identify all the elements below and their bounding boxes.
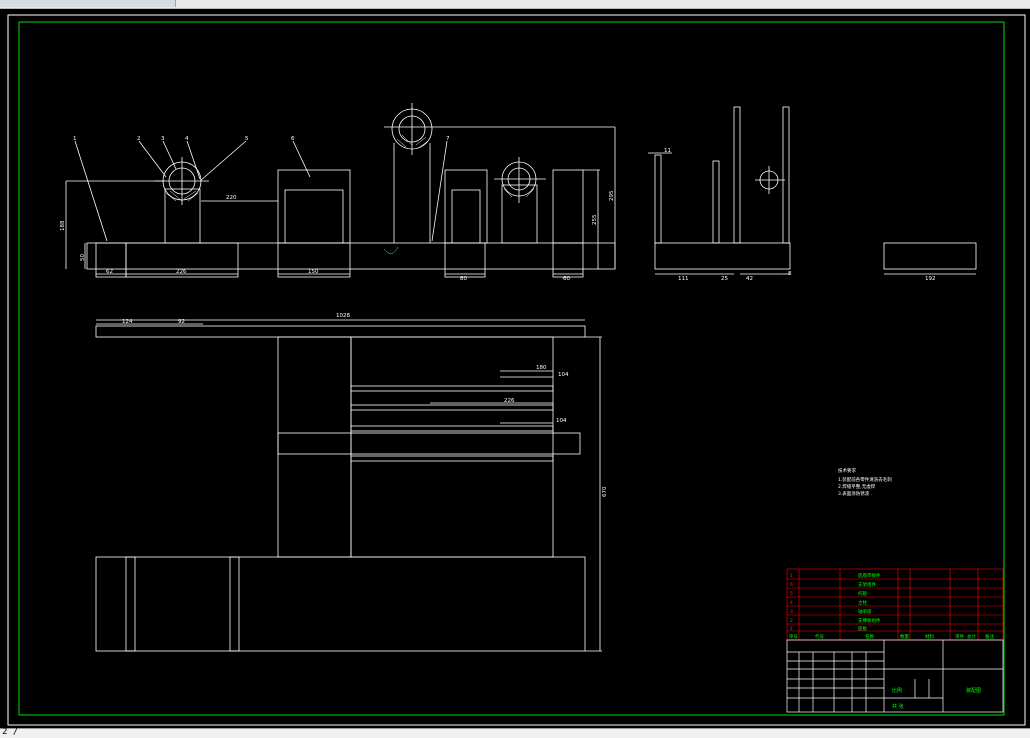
side-right-plate (883, 242, 977, 270)
side-dimension-texts: 111 25 42 8 192 11 (664, 148, 936, 282)
title-block-labels: 装配图 比例 共 张 (892, 687, 981, 710)
dim-front-220: 220 (226, 195, 237, 201)
balloon-1: 1 (73, 136, 77, 142)
dim-top-104: 104 (558, 372, 569, 378)
balloon-6: 6 (291, 136, 295, 142)
balloon-5: 5 (245, 136, 249, 142)
dim-top-104b: 104 (556, 418, 567, 424)
bom-header-material: 材料 (925, 633, 934, 640)
bom-name-5: 轴承座 (858, 608, 872, 615)
bom-header-unit: 单件 (955, 633, 964, 640)
dim-side-8: 8 (788, 271, 792, 277)
drawing-name: 装配图 (966, 687, 981, 694)
bom-name-3: 托辊 (858, 590, 867, 597)
sheet-label: 共 张 (892, 703, 904, 710)
bom-name-7: 底板 (858, 625, 867, 632)
side-post-4 (782, 106, 790, 244)
side-base (654, 242, 791, 270)
status-text: 2 / (2, 727, 19, 737)
bom-name-1: 底座焊接件 (858, 572, 881, 579)
tech-notes-heading: 技术要求 (838, 467, 856, 474)
dim-top-670: 670 (602, 486, 608, 497)
front-right-block (552, 169, 584, 244)
dim-front-226: 226 (176, 269, 187, 275)
drawing-canvas[interactable]: 62 226 150 80 60 220 188 50 255 295 1 2 … (0, 9, 1030, 728)
top-rail (95, 325, 586, 338)
dim-front-80: 80 (460, 276, 467, 282)
dim-front-188: 188 (60, 220, 66, 231)
top-column-left (277, 336, 352, 558)
dim-front-150: 150 (308, 269, 319, 275)
dim-side-25: 25 (721, 276, 728, 282)
side-view (648, 106, 977, 275)
bom-no-3: 5 (790, 591, 793, 597)
bom-numbers: 1 6 5 4 3 2 1 (790, 573, 793, 632)
balloon-3: 3 (161, 136, 165, 142)
bom-no-6: 2 (790, 618, 793, 624)
dim-front-60: 60 (563, 276, 570, 282)
dim-top-92: 92 (178, 319, 185, 325)
dim-top-1028: 1028 (336, 313, 350, 319)
top-column-right (350, 336, 554, 558)
bom-no-1: 1 (790, 573, 793, 579)
dim-top-124: 124 (122, 319, 133, 325)
top-base-plate (95, 556, 586, 652)
front-support-1 (164, 188, 201, 244)
front-support-3 (501, 184, 538, 244)
balloon-4: 4 (185, 136, 189, 142)
balloon-2: 2 (137, 136, 141, 142)
side-post-1 (654, 154, 662, 244)
dim-side-42: 42 (746, 276, 753, 282)
bom-header-total: 总计 (967, 633, 976, 640)
title-block-grid (786, 639, 1004, 713)
bom-header-remark: 备注 (985, 633, 994, 640)
front-box-8 (277, 169, 351, 244)
dim-front-62: 62 (106, 269, 113, 275)
front-foot-4 (444, 242, 486, 278)
bom-header-no: 序号 (789, 633, 798, 640)
dim-top-226: 226 (504, 398, 515, 404)
bom-name-6: 支撑板组件 (858, 617, 881, 624)
inner-border (18, 21, 1005, 716)
bom-no-7: 1 (790, 626, 793, 632)
title-block: 1 6 5 4 3 2 1 底座焊接件 支架组件 托辊 立柱 轴承座 支撑板组件… (786, 568, 1004, 713)
front-base-plate (86, 242, 616, 270)
bom-names: 底座焊接件 支架组件 托辊 立柱 轴承座 支撑板组件 底板 (858, 572, 881, 632)
bom-header-name: 名称 (865, 633, 874, 640)
bom-no-2: 6 (790, 582, 793, 588)
bom-header-code: 代号 (815, 633, 824, 640)
front-dimension-texts: 62 226 150 80 60 220 188 50 255 295 1 2 … (60, 136, 615, 282)
document-tab[interactable] (0, 0, 176, 7)
front-box-center (444, 169, 488, 244)
dim-front-295: 295 (609, 190, 615, 201)
top-crossbar (277, 432, 581, 455)
technical-notes: 技术要求 1.装配前各零件清洗去毛刺 2.焊缝平整,无虚焊 3.表面涂防锈漆 . (838, 467, 892, 497)
dim-top-180: 180 (536, 365, 547, 371)
scale-label: 比例 (892, 687, 902, 694)
top-view (95, 319, 602, 652)
dim-side-111: 111 (678, 276, 689, 282)
tech-note-1: 1.装配前各零件清洗去毛刺 (838, 476, 892, 483)
bom-no-4: 4 (790, 600, 793, 606)
balloon-7: 7 (446, 136, 450, 142)
document-tab-bar (0, 0, 1030, 9)
bom-header-qty: 数量 (900, 633, 909, 640)
bom-no-5: 3 (790, 609, 793, 615)
balloon-11: 11 (664, 148, 671, 154)
dim-front-50: 50 (80, 254, 86, 261)
bom-name-2: 支架组件 (858, 581, 876, 588)
tech-note-3: 3.表面涂防锈漆 . (838, 490, 872, 497)
side-post-2 (712, 160, 720, 244)
side-post-3 (733, 106, 741, 244)
front-foot-5 (552, 242, 584, 278)
dim-front-255: 255 (592, 214, 598, 225)
bom-header: 序号 代号 名称 数量 材料 单件 总计 备注 (789, 633, 994, 640)
cad-drawing: 62 226 150 80 60 220 188 50 255 295 1 2 … (7, 14, 1026, 726)
bom-table-grid (786, 568, 1004, 641)
bom-name-4: 立柱 (858, 599, 867, 606)
tech-note-2: 2.焊缝平整,无虚焊 (838, 483, 876, 490)
dim-side-192: 192 (925, 276, 936, 282)
